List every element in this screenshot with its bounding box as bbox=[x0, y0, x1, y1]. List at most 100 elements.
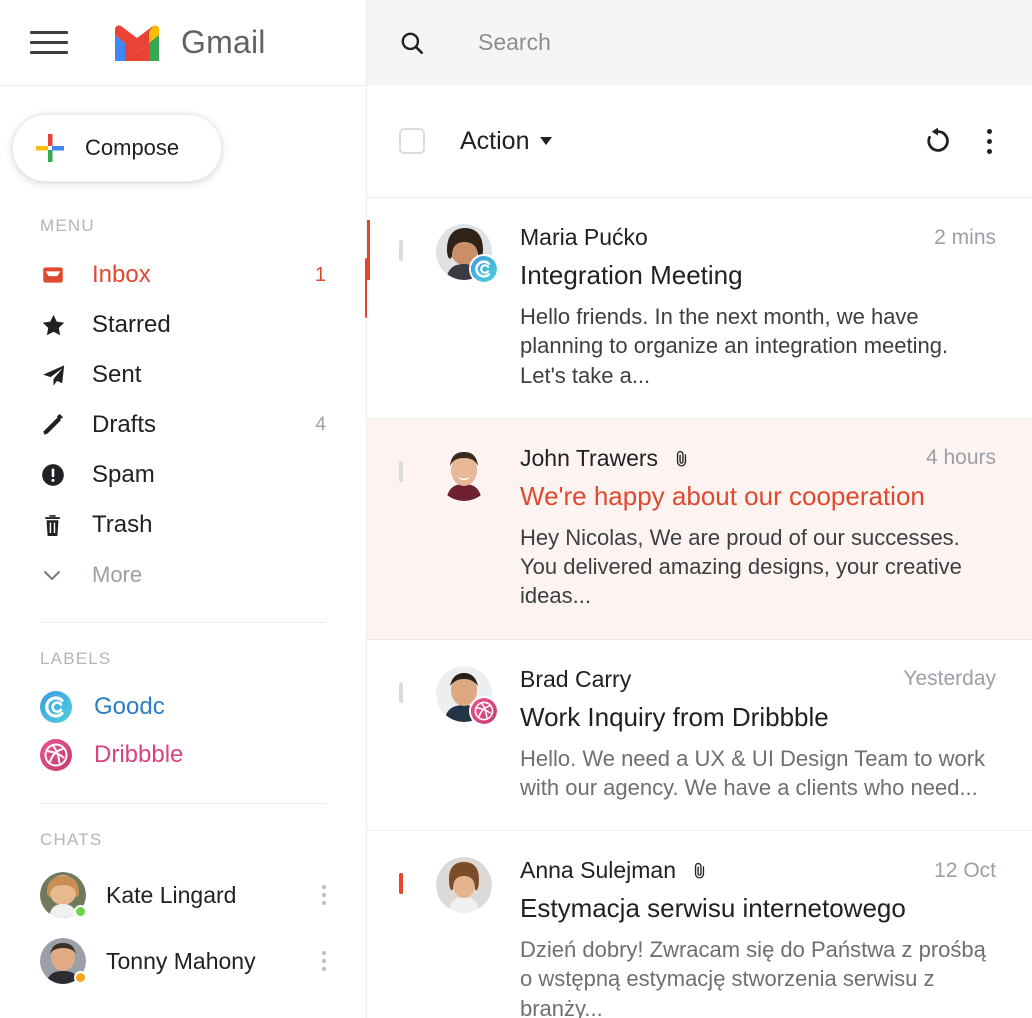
compose-label: Compose bbox=[85, 135, 180, 160]
inbox-icon bbox=[40, 262, 70, 288]
attachment-icon bbox=[676, 450, 687, 467]
table-row[interactable]: Brad Carry Yesterday Work Inquiry from D… bbox=[367, 640, 1032, 831]
refresh-icon[interactable] bbox=[923, 126, 953, 156]
sidebar-item-drafts[interactable]: Drafts 4 bbox=[40, 400, 366, 450]
mail-content: Brad Carry Yesterday Work Inquiry from D… bbox=[520, 666, 996, 803]
mail-time: 2 mins bbox=[934, 225, 996, 249]
dribbble-icon bbox=[469, 695, 499, 726]
avatar-image bbox=[436, 444, 492, 501]
row-checkbox-container bbox=[399, 857, 403, 1018]
sidebar-item-sent[interactable]: Sent bbox=[40, 350, 366, 400]
mail-header: Maria Pućko 2 mins bbox=[520, 224, 996, 251]
mail-subject: Integration Meeting bbox=[520, 260, 743, 290]
mail-snippet: Dzień dobry! Zwracam się do Państwa z pr… bbox=[520, 937, 986, 1018]
table-row[interactable]: Anna Sulejman 12 Oct Estymacja serwisu i… bbox=[367, 831, 1032, 1018]
mail-snippet: Hey Nicolas, We are proud of our success… bbox=[520, 524, 962, 609]
sidebar: Gmail Compose MENU Inbox 1 Starred Sent … bbox=[0, 0, 368, 1018]
send-icon bbox=[40, 362, 70, 389]
mail-time: Yesterday bbox=[903, 667, 996, 690]
sidebar-item-label: Sent bbox=[92, 361, 142, 388]
sidebar-item-more[interactable]: More bbox=[40, 550, 366, 600]
chat-item-kate[interactable]: Kate Lingard bbox=[40, 862, 366, 928]
search-icon bbox=[401, 32, 424, 54]
row-checkbox[interactable] bbox=[399, 681, 403, 703]
compose-container: Compose bbox=[0, 86, 366, 182]
mail-subject: Estymacja serwisu internetowego bbox=[520, 893, 906, 923]
chevron-down-icon bbox=[40, 563, 70, 587]
star-icon bbox=[40, 312, 70, 339]
menu-section-title: MENU bbox=[40, 216, 95, 235]
labels-section: LABELS Goodc Dribbble bbox=[0, 649, 366, 779]
chat-name: Tonny Mahony bbox=[106, 947, 256, 974]
mail-list: Maria Pućko 2 mins Integration Meeting H… bbox=[367, 198, 1032, 1018]
mail-subject: Work Inquiry from Dribbble bbox=[520, 701, 829, 732]
mail-content: Anna Sulejman 12 Oct Estymacja serwisu i… bbox=[520, 857, 996, 1018]
brand-bar: Gmail bbox=[0, 0, 366, 86]
pencil-icon bbox=[40, 412, 70, 438]
row-checkbox[interactable] bbox=[399, 873, 403, 894]
avatar bbox=[436, 444, 492, 501]
mail-content: Maria Pućko 2 mins Integration Meeting H… bbox=[520, 224, 996, 390]
mail-header: John Trawers 4 hours bbox=[520, 445, 996, 472]
mail-subject: We're happy about our cooperation bbox=[520, 480, 925, 511]
action-dropdown[interactable]: Action bbox=[460, 126, 553, 156]
sidebar-item-label: Starred bbox=[92, 311, 171, 338]
chats-section-title: CHATS bbox=[40, 830, 103, 849]
goodc-icon bbox=[40, 691, 72, 723]
mail-sender: John Trawers bbox=[520, 444, 659, 471]
mail-snippet: Hello. We need a UX & UI Design Team to … bbox=[520, 745, 986, 800]
trash-icon bbox=[40, 513, 70, 538]
sidebar-divider-chats bbox=[40, 803, 326, 804]
sidebar-item-label: More bbox=[92, 562, 143, 587]
sidebar-label-dribbble[interactable]: Dribbble bbox=[40, 731, 366, 779]
sidebar-item-label: Inbox bbox=[92, 261, 151, 288]
select-all-checkbox[interactable] bbox=[399, 128, 425, 154]
search-input[interactable] bbox=[478, 29, 985, 56]
chat-item-tonny[interactable]: Tonny Mahony bbox=[40, 928, 366, 994]
action-label: Action bbox=[460, 126, 530, 155]
chat-name: Kate Lingard bbox=[106, 881, 237, 908]
search-bar[interactable] bbox=[367, 0, 1032, 85]
avatar bbox=[40, 938, 87, 984]
chats-section: CHATS Kate Lingard Tonny Mahony bbox=[0, 830, 366, 994]
avatar bbox=[40, 872, 87, 918]
dribbble-icon bbox=[40, 739, 72, 771]
sidebar-item-label: Spam bbox=[92, 461, 155, 488]
inbox-count: 1 bbox=[314, 263, 326, 286]
sidebar-label-goodc[interactable]: Goodc bbox=[40, 683, 366, 731]
main-panel: Action bbox=[367, 0, 1032, 1018]
list-toolbar: Action bbox=[367, 85, 1032, 198]
table-row[interactable]: John Trawers 4 hours We're happy about o… bbox=[367, 418, 1032, 640]
mail-header: Anna Sulejman 12 Oct bbox=[520, 857, 996, 884]
row-checkbox[interactable] bbox=[399, 240, 403, 261]
attachment-icon bbox=[694, 862, 705, 879]
row-checkbox-container bbox=[399, 445, 403, 611]
status-dot-away bbox=[74, 971, 87, 984]
hamburger-icon[interactable] bbox=[30, 31, 68, 54]
row-checkbox[interactable] bbox=[399, 460, 403, 482]
mail-snippet: Hello friends. In the next month, we hav… bbox=[520, 304, 949, 388]
brand-title: Gmail bbox=[181, 24, 266, 60]
labels-section-title: LABELS bbox=[40, 649, 112, 668]
mail-content: John Trawers 4 hours We're happy about o… bbox=[520, 445, 996, 611]
kebab-menu-icon[interactable] bbox=[983, 125, 996, 158]
sidebar-label-text: Dribbble bbox=[94, 741, 184, 768]
mail-sender: Brad Carry bbox=[520, 665, 632, 692]
kebab-menu-icon[interactable] bbox=[322, 885, 326, 905]
compose-button[interactable]: Compose bbox=[12, 114, 222, 182]
sidebar-item-inbox[interactable]: Inbox 1 bbox=[40, 250, 366, 300]
sidebar-item-starred[interactable]: Starred bbox=[40, 300, 366, 350]
row-checkbox-container bbox=[399, 224, 403, 390]
toolbar-actions bbox=[923, 125, 996, 158]
gmail-m-logo bbox=[115, 24, 159, 61]
mail-sender: Anna Sulejman bbox=[520, 857, 676, 883]
kebab-menu-icon[interactable] bbox=[322, 951, 326, 971]
mail-header: Brad Carry Yesterday bbox=[520, 666, 996, 693]
mail-sender: Maria Pućko bbox=[520, 224, 648, 250]
warning-icon bbox=[40, 462, 70, 488]
sidebar-item-trash[interactable]: Trash bbox=[40, 500, 366, 550]
avatar bbox=[436, 224, 499, 284]
sidebar-item-spam[interactable]: Spam bbox=[40, 450, 366, 500]
avatar bbox=[436, 665, 499, 726]
table-row[interactable]: Maria Pućko 2 mins Integration Meeting H… bbox=[367, 198, 1032, 419]
